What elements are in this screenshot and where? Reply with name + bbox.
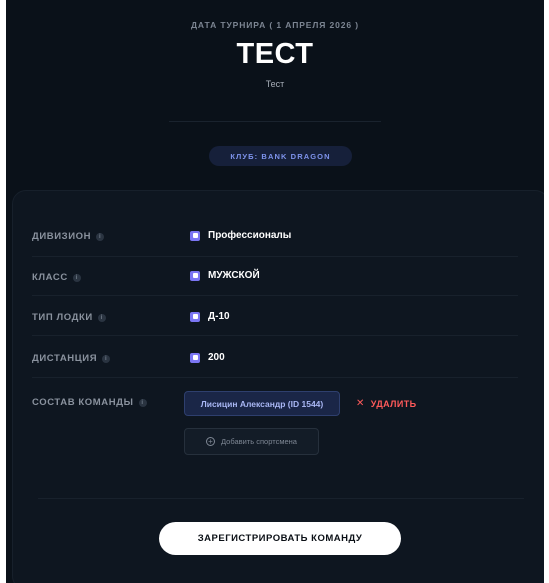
boat-type-label: ТИП ЛОДКИ i [32, 312, 106, 323]
info-icon[interactable]: i [72, 273, 81, 282]
register-team-button[interactable]: ЗАРЕГИСТРИРОВАТЬ КОМАНДУ [159, 522, 401, 555]
row-division: ДИВИЗИОН i Профессионалы [32, 218, 518, 257]
delete-label: УДАЛИТЬ [370, 398, 417, 409]
footer-divider [38, 498, 524, 499]
info-icon[interactable]: i [97, 313, 106, 322]
team-label: СОСТАВ КОМАНДЫ i [32, 397, 147, 408]
page-title: ТЕСТ [236, 38, 314, 70]
checkbox-icon[interactable] [190, 270, 200, 281]
close-icon: ✕ [356, 398, 365, 409]
club-badge: КЛУБ: BANK DRAGON [209, 146, 352, 166]
checkbox-icon[interactable] [190, 352, 200, 363]
add-athlete-label: Добавить спортсмена [221, 437, 297, 446]
registration-page: ДАТА ТУРНИРА ( 1 АПРЕЛЯ 2026 ) ТЕСТ Тест… [6, 0, 544, 583]
boat-type-option[interactable]: Д-10 [190, 311, 230, 322]
info-icon[interactable]: i [138, 398, 147, 407]
division-label: ДИВИЗИОН i [32, 231, 105, 242]
info-icon[interactable]: i [96, 232, 105, 241]
add-athlete-button[interactable]: + Добавить спортсмена [184, 428, 319, 455]
division-value: Профессионалы [208, 230, 292, 241]
delete-member-button[interactable]: ✕ УДАЛИТЬ [356, 398, 417, 409]
class-value: МУЖСКОЙ [208, 270, 260, 281]
division-option[interactable]: Профессионалы [190, 230, 291, 241]
info-icon[interactable]: i [102, 354, 111, 363]
team-member-chip[interactable]: Лисицин Александр (ID 1544) [184, 391, 340, 416]
tournament-date: ДАТА ТУРНИРА ( 1 АПРЕЛЯ 2026 ) [190, 20, 360, 30]
checkbox-icon[interactable] [190, 311, 200, 322]
class-label: КЛАСС i [32, 272, 81, 283]
header-divider [169, 121, 381, 122]
class-option[interactable]: МУЖСКОЙ [190, 270, 260, 281]
distance-option[interactable]: 200 [190, 352, 225, 363]
boat-type-value: Д-10 [208, 311, 230, 322]
distance-label: ДИСТАНЦИЯ i [32, 353, 111, 364]
row-boat-type: ТИП ЛОДКИ i Д-10 [32, 296, 518, 336]
row-class: КЛАСС i МУЖСКОЙ [32, 257, 518, 296]
plus-circle-icon: + [206, 437, 216, 446]
page-subtitle: Тест [265, 79, 285, 89]
distance-value: 200 [208, 352, 225, 363]
checkbox-icon[interactable] [190, 230, 200, 241]
row-distance: ДИСТАНЦИЯ i 200 [32, 336, 518, 378]
